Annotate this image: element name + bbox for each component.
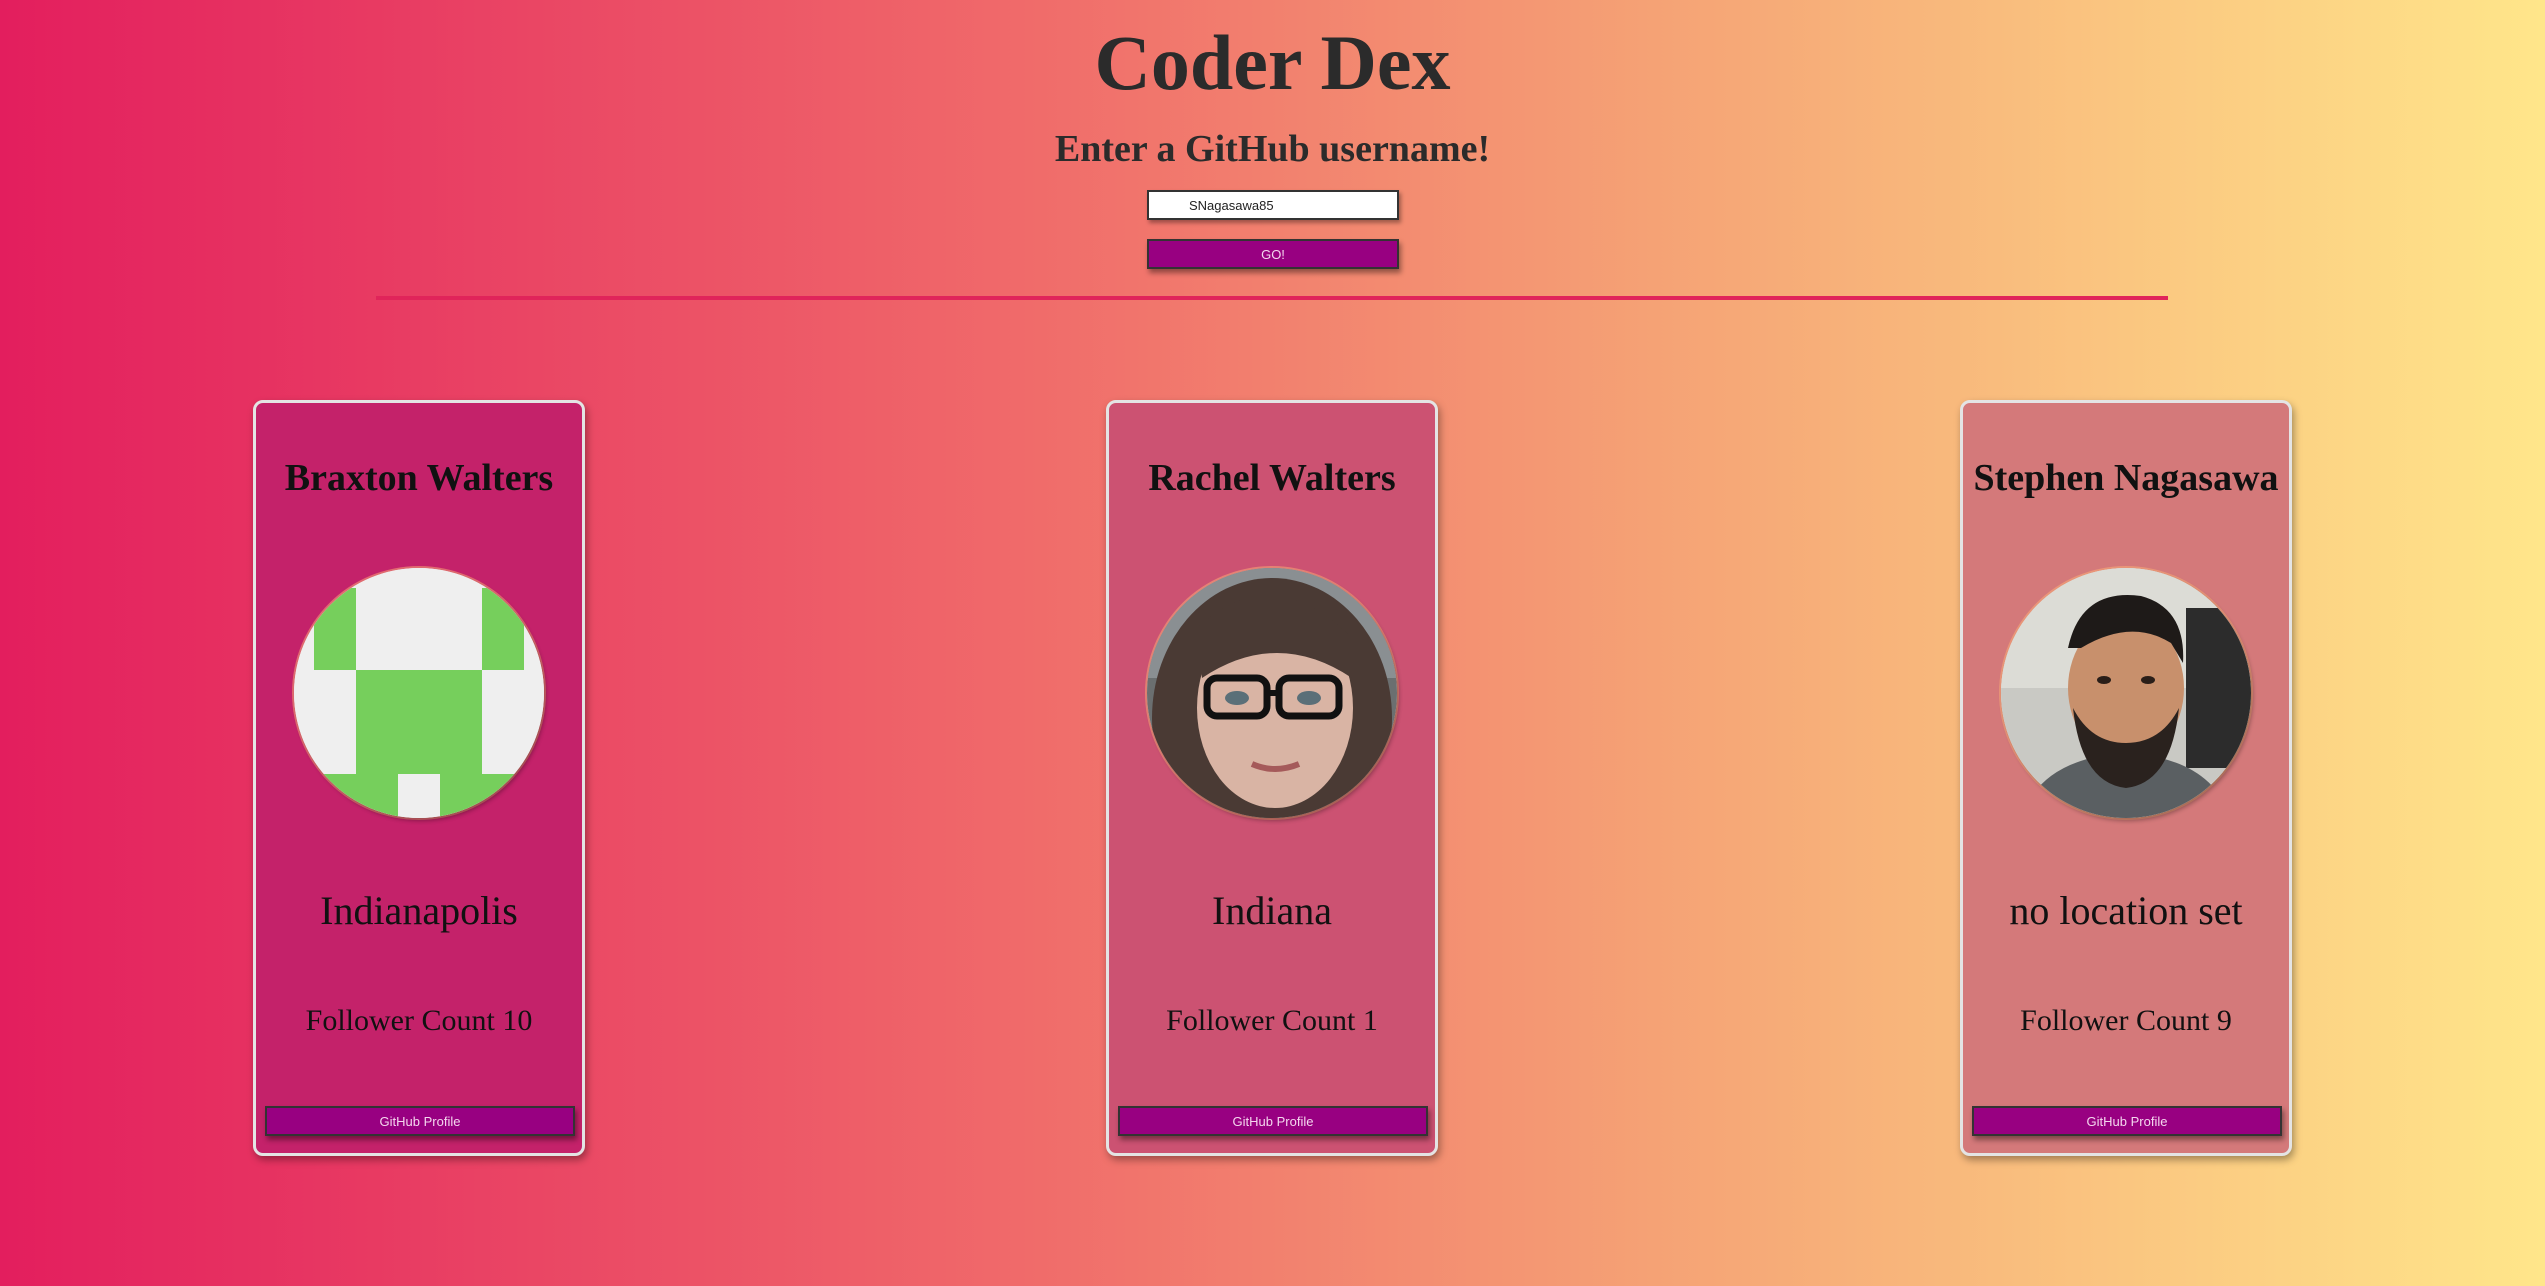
username-input[interactable] bbox=[1147, 190, 1399, 220]
go-button[interactable]: GO! bbox=[1147, 239, 1399, 269]
identicon-icon bbox=[294, 568, 544, 818]
follower-count: Follower Count 10 bbox=[305, 1004, 533, 1037]
divider bbox=[376, 296, 2168, 300]
follower-count: Follower Count 9 bbox=[2020, 1004, 2232, 1037]
user-card: Rachel Walters Indiana Follower Count 1 … bbox=[1106, 400, 1438, 1156]
user-location: Indianapolis bbox=[320, 888, 518, 933]
photo-avatar bbox=[1147, 568, 1397, 818]
photo-avatar bbox=[2001, 568, 2251, 818]
user-name: Stephen Nagasawa bbox=[1973, 457, 2279, 499]
page-title: Coder Dex bbox=[1094, 19, 1451, 106]
follower-count: Follower Count 1 bbox=[1166, 1004, 1378, 1037]
user-location: no location set bbox=[2009, 888, 2243, 933]
identicon-avatar bbox=[294, 568, 544, 818]
user-location: Indiana bbox=[1212, 888, 1332, 933]
user-name: Rachel Walters bbox=[1148, 457, 1396, 499]
person-photo-icon bbox=[2001, 568, 2251, 818]
user-card: Braxton Walters Indianapolis Follower Co… bbox=[253, 400, 585, 1156]
user-name: Braxton Walters bbox=[284, 457, 554, 499]
github-profile-button[interactable]: GitHub Profile bbox=[1972, 1106, 2282, 1136]
person-photo-icon bbox=[1147, 568, 1397, 818]
github-profile-button[interactable]: GitHub Profile bbox=[1118, 1106, 1428, 1136]
user-card: Stephen Nagasawa no location set Followe… bbox=[1960, 400, 2292, 1156]
github-profile-button[interactable]: GitHub Profile bbox=[265, 1106, 575, 1136]
page-subtitle: Enter a GitHub username! bbox=[1054, 128, 1491, 170]
